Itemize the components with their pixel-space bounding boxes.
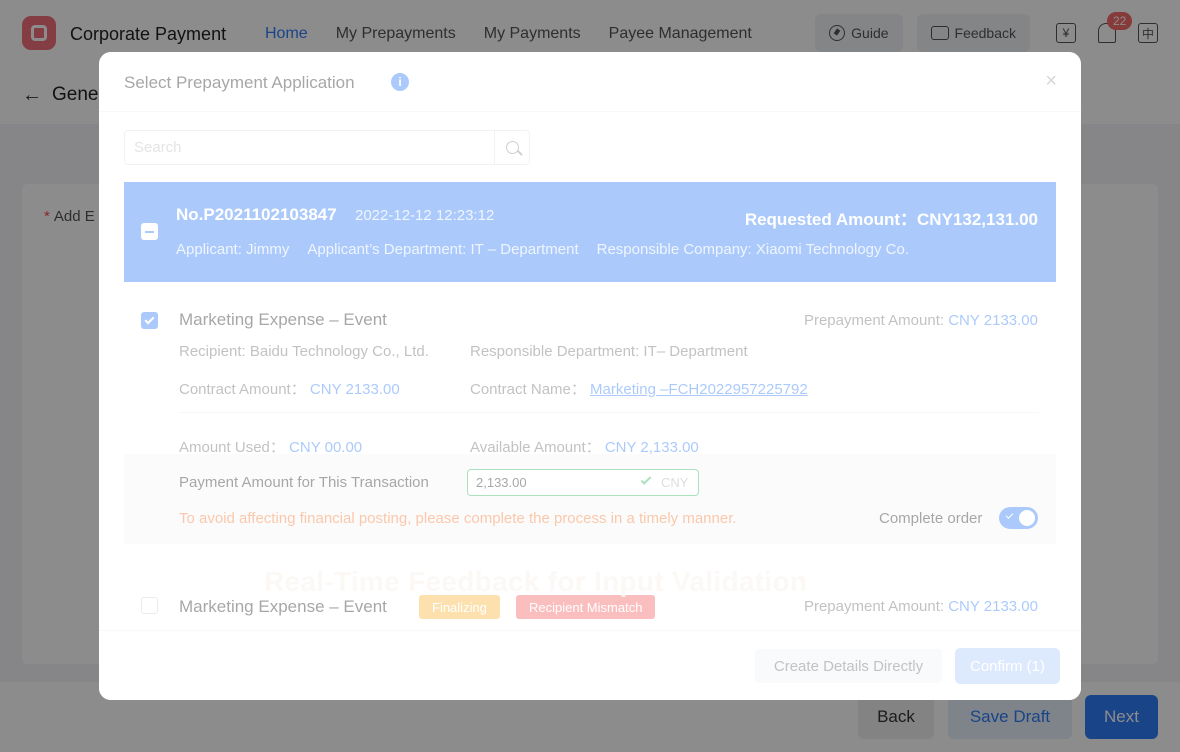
recipient: Recipient: Baidu Technology Co., Ltd. [179, 343, 429, 360]
search-button[interactable] [494, 131, 529, 164]
item-checkbox[interactable] [141, 312, 158, 329]
application-date: 2022-12-12 12:23:12 [355, 207, 495, 224]
prepayment-amount-label: Prepayment Amount: [803, 312, 949, 329]
item2-title: Marketing Expense – Event [179, 597, 387, 616]
info-icon[interactable]: i [391, 73, 409, 91]
payment-zone: Payment Amount for This Transaction 2,13… [124, 454, 1056, 544]
item2-prepayment-amount: Prepayment Amount: CNY 2133.00 [804, 598, 1038, 615]
valid-check-icon [640, 474, 652, 485]
applicant-department: Applicant’s Department: IT – Department [307, 241, 579, 258]
divider [179, 412, 1039, 413]
contract-name: Contract Name： Marketing –FCH20229572257… [470, 378, 808, 399]
payment-amount-input[interactable]: 2,133.00 CNY [467, 469, 699, 496]
item2-checkbox[interactable] [141, 597, 158, 614]
requested-amount: Requested Amount：CNY132,131.00 [744, 210, 1038, 229]
contract-amount-label: Contract Amount： [179, 381, 310, 398]
timely-warning: To avoid affecting financial posting, pl… [179, 510, 737, 527]
search-icon [505, 141, 519, 154]
application-header[interactable]: No.P2021102103847 2022-12-12 12:23:12 Re… [124, 182, 1056, 282]
recipient-mismatch-tag: Recipient Mismatch [516, 595, 656, 619]
prepayment-amount-value: CNY 2133.00 [948, 312, 1038, 329]
contract-name-label: Contract Name： [470, 381, 591, 398]
feature-caption: Real-Time Feedback for Input Validation [264, 566, 808, 597]
applicant: Applicant: Jimmy [176, 241, 290, 258]
payment-amount-value: 2,133.00 [476, 475, 527, 490]
application-meta: Applicant: Jimmy Applicant’s Department:… [176, 241, 909, 258]
complete-order-label: Complete order [879, 510, 983, 527]
application-number: No.P2021102103847 [176, 205, 337, 224]
item2-prepayment-label: Prepayment Amount: [803, 598, 949, 615]
confirm-button[interactable]: Confirm (1) [955, 648, 1060, 684]
modal-footer: Create Details Directly Confirm (1) [99, 630, 1081, 700]
expense-item: Marketing Expense – Event Prepayment Amo… [124, 282, 1056, 544]
item-title: Marketing Expense – Event [179, 310, 387, 329]
toggle-check-icon [1005, 511, 1014, 519]
item2-prepayment-value: CNY 2133.00 [948, 598, 1038, 615]
finalizing-tag: Finalizing [419, 595, 500, 619]
contract-amount-value: CNY 2133.00 [309, 381, 400, 398]
responsible-company: Responsible Company: Xiaomi Technology C… [596, 241, 910, 258]
application-checkbox[interactable] [141, 223, 158, 240]
responsible-department: Responsible Department: IT– Department [470, 343, 748, 360]
search-box [124, 130, 530, 165]
search-input[interactable] [125, 131, 495, 164]
modal-header: Select Prepayment Application i × [99, 52, 1081, 112]
complete-order-toggle[interactable] [999, 507, 1038, 529]
close-icon[interactable]: × [1045, 70, 1057, 93]
modal-title: Select Prepayment Application [124, 73, 355, 92]
contract-amount: Contract Amount： CNY 2133.00 [179, 378, 400, 399]
prepayment-amount: Prepayment Amount: CNY 2133.00 [804, 312, 1038, 329]
payment-currency: CNY [661, 475, 689, 490]
contract-name-link[interactable]: Marketing –FCH2022957225792 [590, 381, 808, 398]
payment-amount-label: Payment Amount for This Transaction [179, 474, 429, 491]
toggle-knob [1019, 510, 1035, 526]
create-details-button[interactable]: Create Details Directly [755, 649, 942, 683]
select-prepayment-modal: Select Prepayment Application i × No.P20… [99, 52, 1081, 700]
